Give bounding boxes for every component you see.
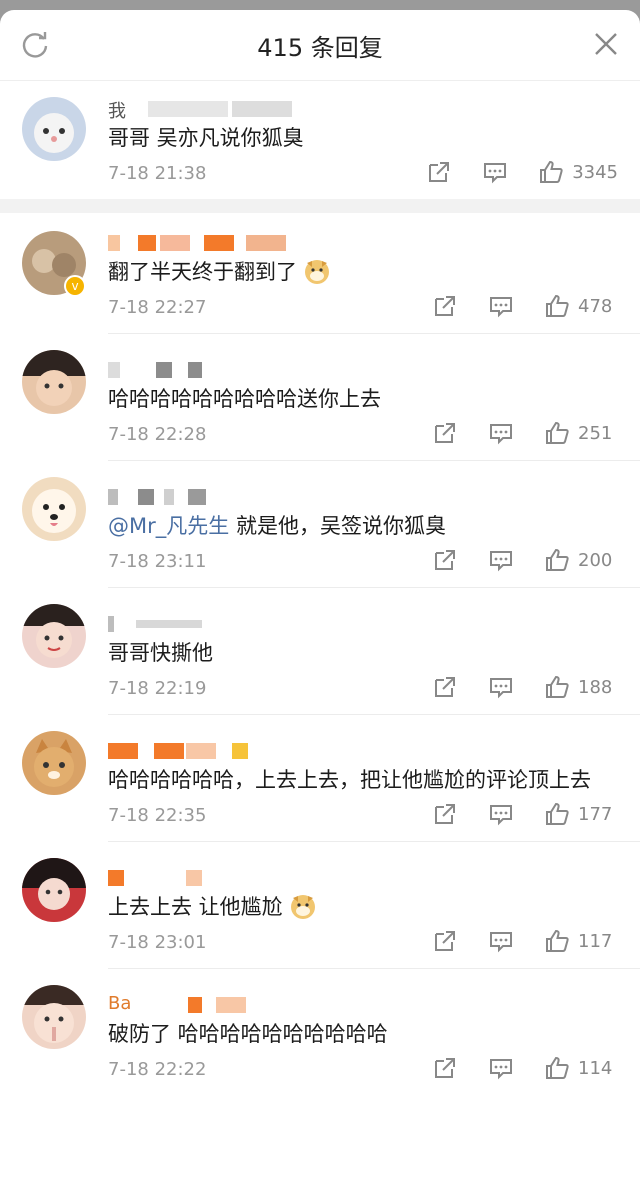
comment-time: 7-18 22:35 [108, 805, 207, 826]
comment-item: 我 哥哥 吴亦凡说你狐臭 7-18 21:38 3345 [0, 81, 640, 199]
share-icon[interactable] [432, 801, 458, 827]
comment-time: 7-18 22:27 [108, 297, 207, 318]
like-icon[interactable] [544, 674, 570, 700]
share-icon[interactable] [432, 293, 458, 319]
like-icon[interactable] [544, 547, 570, 573]
sheet-header: 415 条回复 [0, 10, 640, 81]
comment-text: 破防了 哈哈哈哈哈哈哈哈哈哈 [108, 1022, 388, 1046]
comment-author[interactable] [108, 610, 640, 636]
comment-time: 7-18 22:22 [108, 1059, 207, 1080]
comment-meta: 7-18 22:28 251 [108, 416, 640, 460]
avatar[interactable] [22, 97, 86, 161]
like-icon[interactable] [544, 293, 570, 319]
avatar[interactable] [22, 477, 86, 541]
avatar[interactable] [22, 350, 86, 414]
page-title: 415 条回复 [257, 34, 383, 62]
avatar[interactable] [22, 604, 86, 668]
comment-time: 7-18 22:28 [108, 424, 207, 445]
comment-time: 7-18 23:01 [108, 932, 207, 953]
like-icon[interactable] [538, 159, 564, 185]
comment-icon[interactable] [488, 674, 514, 700]
like-count: 200 [578, 549, 613, 571]
comment-author[interactable] [108, 229, 640, 255]
share-icon[interactable] [432, 420, 458, 446]
like-count: 114 [578, 1057, 613, 1079]
comment-time: 7-18 22:19 [108, 678, 207, 699]
comment-item: 哈哈哈哈哈哈哈哈哈送你上去 7-18 22:28 251 [0, 334, 640, 460]
comment-text: 哈哈哈哈哈哈哈哈哈送你上去 [108, 387, 381, 411]
like-count: 177 [578, 803, 613, 825]
comment-icon[interactable] [488, 547, 514, 573]
comment-meta: 7-18 22:27 478 [108, 289, 640, 333]
like-count: 478 [578, 295, 613, 317]
like-count: 117 [578, 930, 613, 952]
like-count: 251 [578, 422, 613, 444]
comment-meta: 7-18 23:11 200 [108, 543, 640, 587]
avatar[interactable] [22, 858, 86, 922]
comment-author[interactable] [108, 356, 640, 382]
comment-author[interactable]: 我 [108, 95, 640, 122]
like-icon[interactable] [544, 420, 570, 446]
like-icon[interactable] [544, 928, 570, 954]
comment-text: 哈哈哈哈哈哈，上去上去，把让他尴尬的评论顶上去 [108, 768, 591, 792]
comment-text: 上去上去 让他尴尬 [108, 890, 640, 924]
share-icon[interactable] [426, 159, 452, 185]
close-icon[interactable] [592, 30, 620, 58]
like-count: 188 [578, 676, 613, 698]
section-separator [0, 199, 640, 213]
comment-icon[interactable] [488, 1055, 514, 1081]
comment-item: Ba 破防了 哈哈哈哈哈哈哈哈哈哈 7-18 22:22 114 [0, 969, 640, 1095]
comment-item: @Mr_凡先生 就是他，吴签说你狐臭 7-18 23:11 200 [0, 461, 640, 587]
comment-author[interactable] [108, 483, 640, 509]
comment-item: v 翻了半天终于翻到了 7-18 22:27 478 [0, 213, 640, 333]
comment-meta: 7-18 23:01 117 [108, 924, 640, 968]
share-icon[interactable] [432, 674, 458, 700]
verified-badge: v [64, 275, 86, 297]
comment-item: 哥哥快撕他 7-18 22:19 188 [0, 588, 640, 714]
share-icon[interactable] [432, 928, 458, 954]
comment-icon[interactable] [488, 801, 514, 827]
comment-meta: 7-18 22:35 177 [108, 797, 640, 841]
doge-emoji-icon [290, 895, 315, 919]
mention-link[interactable]: @Mr_凡先生 [108, 514, 229, 538]
like-count: 3345 [572, 161, 618, 183]
comment-item: 上去上去 让他尴尬 7-18 23:01 117 [0, 842, 640, 968]
comment-item: 哈哈哈哈哈哈，上去上去，把让他尴尬的评论顶上去 7-18 22:35 177 [0, 715, 640, 841]
comment-icon[interactable] [488, 420, 514, 446]
like-icon[interactable] [544, 801, 570, 827]
comment-time: 7-18 21:38 [108, 163, 207, 184]
comment-icon[interactable] [488, 928, 514, 954]
avatar[interactable] [22, 985, 86, 1049]
comment-author[interactable]: Ba [108, 991, 640, 1017]
avatar[interactable] [22, 731, 86, 795]
comment-time: 7-18 23:11 [108, 551, 207, 572]
share-icon[interactable] [432, 1055, 458, 1081]
replies-sheet: 415 条回复 我 哥哥 吴亦凡说你狐臭 7-18 21:38 3345 v 翻… [0, 10, 640, 1193]
comment-text: 哥哥快撕他 [108, 641, 213, 665]
comment-meta: 7-18 21:38 3345 [108, 155, 640, 199]
comment-text: @Mr_凡先生 就是他，吴签说你狐臭 [108, 514, 446, 538]
share-icon[interactable] [432, 547, 458, 573]
comment-author[interactable] [108, 737, 640, 763]
doge-emoji-icon [305, 260, 329, 284]
like-icon[interactable] [544, 1055, 570, 1081]
comment-text: 哥哥 吴亦凡说你狐臭 [108, 126, 304, 150]
comment-meta: 7-18 22:19 188 [108, 670, 640, 714]
comment-icon[interactable] [482, 159, 508, 185]
comment-author[interactable] [108, 864, 640, 890]
comment-text: 翻了半天终于翻到了 [108, 255, 640, 289]
comment-meta: 7-18 22:22 114 [108, 1051, 640, 1095]
comment-icon[interactable] [488, 293, 514, 319]
